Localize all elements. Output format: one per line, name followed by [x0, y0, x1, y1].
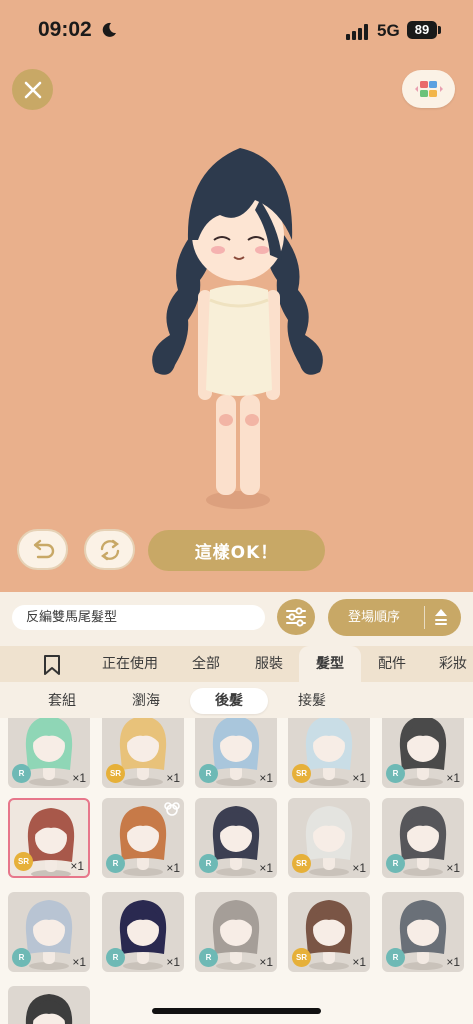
rarity-badge: R: [106, 854, 125, 873]
close-button[interactable]: [12, 69, 53, 110]
rarity-badge: R: [386, 854, 405, 873]
hair-item[interactable]: R ×1: [382, 892, 464, 972]
item-count: ×1: [446, 861, 460, 875]
rarity-badge: SR: [292, 764, 311, 783]
tab-accessories[interactable]: 配件: [364, 646, 420, 682]
hair-item[interactable]: SR ×1: [102, 718, 184, 788]
avatar-preview: [152, 148, 323, 509]
home-indicator: [152, 1008, 321, 1014]
hair-item[interactable]: R ×1: [382, 718, 464, 788]
hair-item[interactable]: [8, 986, 90, 1024]
hair-subtabs: 套組 瀏海 後髮 接髮: [0, 684, 473, 718]
rarity-badge: R: [12, 948, 31, 967]
hair-item[interactable]: R ×1: [102, 798, 184, 878]
rarity-badge: SR: [14, 852, 33, 871]
palette-grid-icon: [414, 81, 443, 97]
item-count: ×1: [166, 955, 180, 969]
rarity-badge: R: [199, 854, 218, 873]
item-panel: 反編雙馬尾髮型 登場順序 正在使用 全部 服裝 髮型 配件 彩妝 套組 瀏海 後…: [0, 592, 473, 1024]
sort-divider: [424, 606, 425, 629]
item-count: ×1: [259, 861, 273, 875]
subtab-extensions[interactable]: 接髮: [274, 688, 350, 714]
close-icon: [24, 81, 41, 98]
rarity-badge: SR: [106, 764, 125, 783]
sliders-icon: [286, 607, 306, 627]
hair-item[interactable]: SR ×1: [288, 892, 370, 972]
item-count: ×1: [352, 861, 366, 875]
hair-item[interactable]: R ×1: [195, 798, 277, 878]
bookmark-icon[interactable]: [43, 655, 61, 675]
hair-item[interactable]: R ×1: [195, 892, 277, 972]
rarity-badge: SR: [292, 854, 311, 873]
rarity-badge: R: [199, 948, 218, 967]
rarity-badge: SR: [292, 948, 311, 967]
hair-thumbnail: [25, 994, 73, 1024]
hair-item[interactable]: SR ×1: [288, 798, 370, 878]
confirm-button[interactable]: 這樣OK！: [148, 530, 325, 571]
subtab-set[interactable]: 套組: [26, 688, 98, 714]
item-count: ×1: [166, 861, 180, 875]
undo-icon: [33, 539, 54, 558]
undo-button[interactable]: [17, 529, 68, 570]
rarity-badge: R: [386, 764, 405, 783]
hair-item[interactable]: R ×1: [195, 718, 277, 788]
tab-makeup[interactable]: 彩妝: [425, 646, 473, 682]
filter-button[interactable]: [277, 599, 315, 635]
rarity-badge: R: [386, 948, 405, 967]
tab-all[interactable]: 全部: [177, 646, 235, 682]
item-count: ×1: [259, 771, 273, 785]
sort-label: 登場順序: [348, 610, 401, 625]
refresh-icon: [100, 539, 119, 560]
item-name-display: 反編雙馬尾髮型: [12, 605, 265, 630]
item-count: ×1: [72, 955, 86, 969]
sort-order-icon[interactable]: [432, 607, 450, 628]
status-time: 09:02: [38, 18, 92, 41]
item-count: ×1: [166, 771, 180, 785]
battery-icon: 89: [407, 21, 437, 39]
battery-tip: [438, 26, 441, 34]
hair-item[interactable]: R ×1: [382, 798, 464, 878]
signal-icon: [346, 24, 368, 40]
tab-hairstyle[interactable]: 髮型: [299, 646, 361, 682]
status-bar: 09:02 5G 89: [0, 0, 473, 62]
item-count: ×1: [70, 859, 84, 873]
hair-item[interactable]: R ×1: [102, 892, 184, 972]
rarity-badge: R: [12, 764, 31, 783]
item-count: ×1: [446, 771, 460, 785]
item-grid: R ×1 SR ×1 R ×1 SR ×1 R ×1 SR ×1 R ×1 R ×1 SR ×1 R ×1 R ×1 R ×1…: [0, 718, 473, 1024]
item-count: ×1: [352, 771, 366, 785]
bear-badge-icon: [164, 802, 180, 816]
color-palette-button[interactable]: [402, 70, 455, 108]
subtab-bangs[interactable]: 瀏海: [108, 688, 184, 714]
rarity-badge: R: [106, 948, 125, 967]
item-count: ×1: [446, 955, 460, 969]
item-count: ×1: [352, 955, 366, 969]
item-count: ×1: [72, 771, 86, 785]
randomize-button[interactable]: [84, 529, 135, 570]
tab-in-use[interactable]: 正在使用: [90, 646, 170, 682]
network-label: 5G: [377, 21, 400, 40]
subtab-back-hair[interactable]: 後髮: [190, 688, 268, 714]
moon-icon: [102, 22, 116, 37]
sort-button[interactable]: 登場順序: [328, 599, 461, 636]
category-tabs: 正在使用 全部 服裝 髮型 配件 彩妝: [0, 646, 473, 682]
hair-item[interactable]: R ×1: [8, 718, 90, 788]
tab-clothing[interactable]: 服裝: [241, 646, 297, 682]
hair-item[interactable]: SR ×1: [8, 798, 90, 878]
hair-item[interactable]: SR ×1: [288, 718, 370, 788]
rarity-badge: R: [199, 764, 218, 783]
hair-item[interactable]: R ×1: [8, 892, 90, 972]
item-count: ×1: [259, 955, 273, 969]
